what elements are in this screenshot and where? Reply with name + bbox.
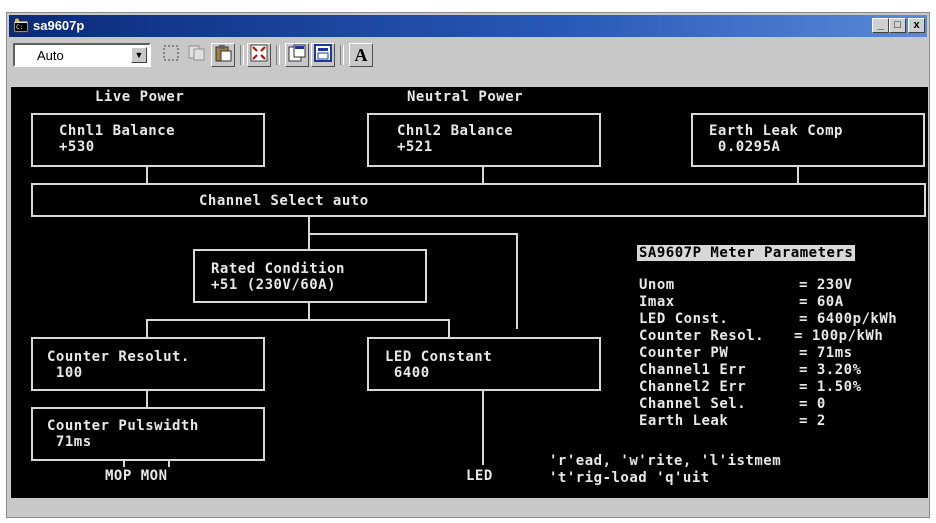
connector bbox=[146, 319, 148, 337]
counter-pulswidth-label: Counter Pulswidth bbox=[47, 418, 199, 434]
param-name: Counter PW bbox=[639, 345, 729, 361]
param-value: = 0 bbox=[799, 396, 826, 412]
param-name: Channel2 Err bbox=[639, 379, 747, 395]
connector bbox=[448, 319, 450, 337]
console-output[interactable]: Live Power Neutral Power Chnl1 Balance +… bbox=[11, 87, 928, 498]
properties-button[interactable] bbox=[285, 43, 309, 67]
background-icon bbox=[314, 43, 332, 67]
connector bbox=[168, 461, 170, 467]
channel-select-box bbox=[31, 183, 926, 217]
channel-select-label: Channel Select auto bbox=[199, 193, 369, 209]
toolbar: Auto ▼ A bbox=[9, 39, 927, 73]
param-value: = 1.50% bbox=[799, 379, 862, 395]
properties-icon bbox=[288, 44, 306, 67]
connector bbox=[146, 391, 148, 407]
rated-condition-value: +51 (230V/60A) bbox=[211, 277, 337, 293]
counter-resolut-label: Counter Resolut. bbox=[47, 349, 190, 365]
toolbar-separator bbox=[240, 45, 244, 65]
param-value: = 6400p/kWh bbox=[799, 311, 898, 327]
connector bbox=[308, 233, 518, 235]
counter-resolut-value: 100 bbox=[47, 365, 83, 381]
chnl2-balance-label: Chnl2 Balance bbox=[397, 123, 514, 139]
led-constant-value: 6400 bbox=[385, 365, 430, 381]
param-name: Earth Leak bbox=[639, 413, 729, 429]
rated-condition-label: Rated Condition bbox=[211, 261, 345, 277]
param-name: Unom bbox=[639, 277, 675, 293]
params-title: SA9607P Meter Parameters bbox=[637, 245, 856, 261]
mark-icon bbox=[163, 45, 179, 66]
live-power-heading: Live Power bbox=[95, 89, 185, 105]
param-value: = 2 bbox=[799, 413, 826, 429]
connector bbox=[516, 233, 518, 329]
connector bbox=[482, 167, 484, 183]
earth-leak-value: 0.0295A bbox=[709, 139, 781, 155]
fullscreen-icon bbox=[250, 44, 268, 67]
chevron-down-icon[interactable]: ▼ bbox=[131, 47, 147, 63]
paste-button[interactable] bbox=[211, 43, 235, 67]
connector bbox=[146, 167, 148, 183]
connector bbox=[123, 461, 125, 467]
param-name: Imax bbox=[639, 294, 675, 310]
param-name: Counter Resol. bbox=[639, 328, 765, 344]
neutral-power-heading: Neutral Power bbox=[407, 89, 524, 105]
minimize-button[interactable]: _ bbox=[872, 18, 889, 33]
mop-mon-label: MOP MON bbox=[105, 468, 168, 484]
led-output-label: LED bbox=[466, 468, 493, 484]
copy-icon bbox=[188, 45, 206, 66]
counter-pulswidth-value: 71ms bbox=[47, 434, 92, 450]
font-button[interactable]: A bbox=[349, 43, 373, 67]
earth-leak-label: Earth Leak Comp bbox=[709, 123, 843, 139]
connector bbox=[146, 319, 450, 321]
font-icon: A bbox=[354, 44, 368, 65]
param-value: = 3.20% bbox=[799, 362, 862, 378]
app-icon: C: bbox=[13, 18, 29, 33]
paste-icon bbox=[214, 44, 232, 67]
param-name: Channel Sel. bbox=[639, 396, 747, 412]
mark-button[interactable] bbox=[159, 43, 183, 67]
param-value: = 100p/kWh bbox=[794, 328, 884, 344]
svg-text:C:: C: bbox=[16, 24, 23, 31]
font-size-select[interactable]: Auto ▼ bbox=[13, 43, 151, 67]
param-name: LED Const. bbox=[639, 311, 729, 327]
font-size-value: Auto bbox=[37, 48, 64, 63]
connector bbox=[482, 391, 484, 465]
window-bottom-frame bbox=[11, 498, 928, 516]
toolbar-separator bbox=[276, 45, 280, 65]
copy-button[interactable] bbox=[185, 43, 209, 67]
param-value: = 60A bbox=[799, 294, 844, 310]
chnl1-balance-label: Chnl1 Balance bbox=[59, 123, 176, 139]
param-value: = 71ms bbox=[799, 345, 853, 361]
help-line-1: 'r'ead, 'w'rite, 'l'istmem bbox=[549, 453, 782, 469]
led-constant-label: LED Constant bbox=[385, 349, 493, 365]
background-button[interactable] bbox=[311, 43, 335, 67]
param-name: Channel1 Err bbox=[639, 362, 747, 378]
window-title: sa9607p bbox=[33, 18, 85, 33]
param-value: = 230V bbox=[799, 277, 853, 293]
close-button[interactable]: x bbox=[908, 18, 925, 33]
maximize-button[interactable]: □ bbox=[889, 18, 906, 33]
title-bar[interactable]: C: sa9607p _ □ x bbox=[9, 15, 927, 37]
chnl1-balance-value: +530 bbox=[59, 139, 95, 155]
toolbar-separator bbox=[340, 45, 344, 65]
fullscreen-button[interactable] bbox=[247, 43, 271, 67]
help-line-2: 't'rig-load 'q'uit bbox=[549, 470, 710, 486]
chnl2-balance-value: +521 bbox=[397, 139, 433, 155]
connector bbox=[797, 167, 799, 183]
